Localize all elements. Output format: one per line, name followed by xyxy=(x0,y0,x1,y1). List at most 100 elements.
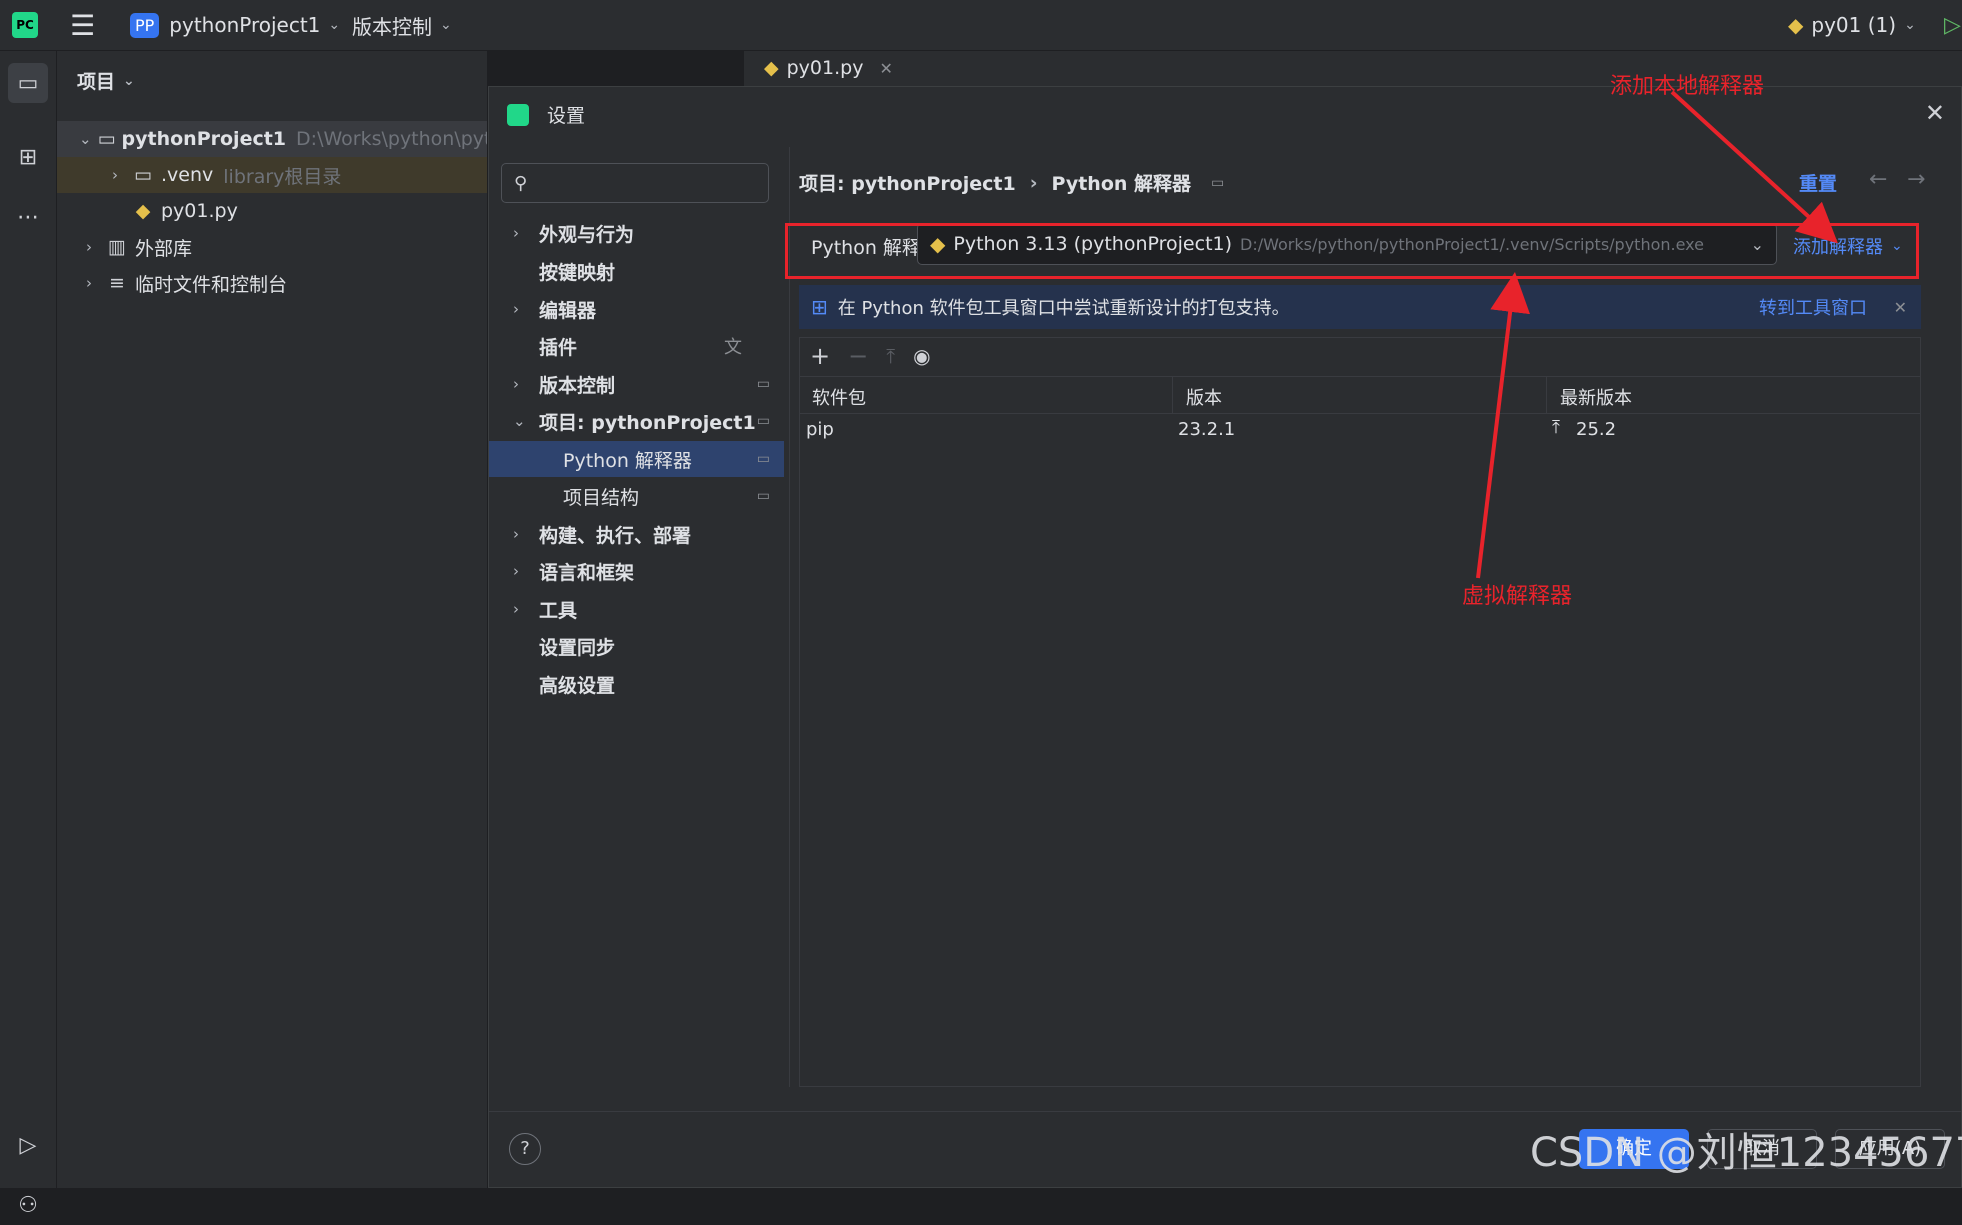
dialog-footer-divider xyxy=(489,1111,1961,1112)
chevron-right-icon: › xyxy=(513,562,519,580)
nav-item-settings-sync[interactable]: 设置同步 xyxy=(489,628,784,664)
run-config-selector[interactable]: ◆ py01 (1) ⌄ xyxy=(1788,0,1916,50)
chevron-right-icon: › xyxy=(513,600,519,618)
nav-label: 设置同步 xyxy=(539,636,616,659)
nav-item-tools[interactable]: › 工具 xyxy=(489,591,784,627)
main-menu-icon[interactable]: ☰ xyxy=(70,0,95,50)
tree-item-project[interactable]: ⌄ ▭ pythonProject1 D:\Works\python\pytho xyxy=(57,121,487,157)
run-icon[interactable]: ▷ xyxy=(1944,0,1961,50)
chevron-down-icon: ⌄ xyxy=(123,72,135,89)
nav-item-keymap[interactable]: 按键映射 xyxy=(489,253,784,289)
project-scope-icon: ▭ xyxy=(756,376,770,392)
package-name: pip xyxy=(806,419,834,440)
tree-item-label: pythonProject1 xyxy=(121,128,287,150)
app-logo-text: PC xyxy=(12,12,38,38)
column-header-package[interactable]: 软件包 xyxy=(812,384,866,410)
column-header-version[interactable]: 版本 xyxy=(1186,384,1222,410)
nav-item-languages[interactable]: › 语言和框架 xyxy=(489,553,784,589)
run-panel-icon[interactable]: ▷ xyxy=(8,1125,48,1165)
packages-panel: + − ⤒ ◉ 软件包 版本 最新版本 pip 23.2.1 ⤒ 25.2 xyxy=(799,337,1921,1087)
vcs-menu[interactable]: 版本控制 ⌄ xyxy=(352,0,452,50)
chevron-right-icon: › xyxy=(513,525,519,543)
packages-toolbar: + − ⤒ ◉ xyxy=(800,338,1920,374)
annotation-add-local: 添加本地解释器 xyxy=(1610,74,1765,99)
editor-tab-strip: ◆ py01.py ✕ xyxy=(744,51,1962,91)
project-scope-icon: ▭ xyxy=(756,451,770,467)
library-icon: ▥ xyxy=(108,236,126,258)
project-panel-header[interactable]: 项目 ⌄ xyxy=(77,67,135,94)
column-divider xyxy=(1172,377,1173,413)
tree-item-label: .venv xyxy=(161,164,214,186)
project-switcher[interactable]: PP pythonProject1 ⌄ xyxy=(130,0,340,50)
help-button[interactable]: ? xyxy=(509,1133,541,1165)
table-row[interactable]: pip 23.2.1 ⤒ 25.2 xyxy=(800,414,1920,448)
nav-item-plugins[interactable]: 插件 文 xyxy=(489,328,784,364)
project-header-label: 项目 xyxy=(77,71,116,93)
breadcrumb-current: Python 解释器 xyxy=(1051,173,1192,195)
project-scope-icon: ▭ xyxy=(756,413,770,429)
annotation-box xyxy=(785,223,1919,279)
chevron-right-icon: › xyxy=(86,274,92,292)
python-console-icon[interactable]: ⚇ xyxy=(8,1185,48,1225)
nav-label: 项目结构 xyxy=(563,486,640,509)
chevron-right-icon: › xyxy=(513,375,519,393)
add-icon[interactable]: + xyxy=(810,342,830,370)
nav-item-appearance[interactable]: › 外观与行为 xyxy=(489,215,784,251)
forward-arrow-icon[interactable]: → xyxy=(1907,167,1925,192)
nav-item-python-interpreter[interactable]: Python 解释器 ▭ xyxy=(489,441,784,477)
tree-item-external-libraries[interactable]: › ▥ 外部库 xyxy=(57,229,487,265)
nav-label: 插件 xyxy=(539,336,578,359)
settings-content: 项目: pythonProject1 › Python 解释器 ▭ 重置 ← →… xyxy=(785,87,1959,1087)
tree-item-hint: library根目录 xyxy=(223,165,342,188)
column-header-latest[interactable]: 最新版本 xyxy=(1560,384,1632,410)
editor-tab[interactable]: ◆ py01.py ✕ xyxy=(764,57,893,79)
eye-icon[interactable]: ◉ xyxy=(913,344,930,368)
upgrade-icon[interactable]: ⤒ xyxy=(886,344,895,368)
nav-label: 版本控制 xyxy=(539,374,616,397)
chevron-down-icon: ⌄ xyxy=(440,17,452,33)
close-icon[interactable]: ✕ xyxy=(1894,298,1907,317)
translate-icon: 文 xyxy=(724,337,742,358)
nav-item-project[interactable]: ⌄ 项目: pythonProject1 ▭ xyxy=(489,403,784,439)
breadcrumb: 项目: pythonProject1 › Python 解释器 ▭ xyxy=(799,169,1224,196)
chevron-right-icon: › xyxy=(112,166,118,184)
chevron-right-icon: › xyxy=(86,238,92,256)
tree-item-venv[interactable]: › ▭ .venv library根目录 xyxy=(57,157,487,193)
back-arrow-icon[interactable]: ← xyxy=(1869,167,1887,192)
scratches-icon: ≡ xyxy=(109,272,125,294)
nav-item-editor[interactable]: › 编辑器 xyxy=(489,291,784,327)
close-tab-icon[interactable]: ✕ xyxy=(879,59,892,78)
title-bar: PC ☰ PP pythonProject1 ⌄ 版本控制 ⌄ ◆ py01 (… xyxy=(0,0,1962,51)
chevron-down-icon: ⌄ xyxy=(328,17,341,33)
chevron-right-icon: › xyxy=(513,300,519,318)
nav-item-advanced[interactable]: 高级设置 xyxy=(489,666,784,702)
info-banner: ⊞ 在 Python 软件包工具窗口中尝试重新设计的打包支持。 转到工具窗口 ✕ xyxy=(799,285,1921,329)
nav-item-build[interactable]: › 构建、执行、部署 xyxy=(489,516,784,552)
nav-item-vcs[interactable]: › 版本控制 ▭ xyxy=(489,366,784,402)
nav-label: 编辑器 xyxy=(539,299,597,322)
tree-item-file[interactable]: ◆ py01.py xyxy=(57,193,487,229)
project-badge: PP xyxy=(130,12,160,38)
tool-window-strip: ▭ ⊞ ⋯ ▷ ⚇ xyxy=(0,51,57,1218)
tree-item-scratches[interactable]: › ≡ 临时文件和控制台 xyxy=(57,265,487,301)
nav-label: 工具 xyxy=(539,599,578,622)
folder-icon: ▭ xyxy=(97,128,116,150)
app-logo-icon[interactable]: PC xyxy=(12,0,38,50)
reset-link[interactable]: 重置 xyxy=(1799,169,1837,196)
gift-icon: ⊞ xyxy=(811,295,828,319)
more-icon[interactable]: ⋯ xyxy=(8,197,48,237)
nav-item-project-structure[interactable]: 项目结构 ▭ xyxy=(489,478,784,514)
nav-label: 语言和框架 xyxy=(539,561,635,584)
column-divider xyxy=(1546,377,1547,413)
chevron-down-icon: ⌄ xyxy=(513,412,526,430)
remove-icon[interactable]: − xyxy=(848,342,868,370)
help-label: ? xyxy=(520,1138,530,1159)
folder-icon[interactable]: ▭ xyxy=(8,63,48,103)
breadcrumb-parent[interactable]: 项目: pythonProject1 xyxy=(799,169,1016,196)
banner-link[interactable]: 转到工具窗口 xyxy=(1759,294,1867,320)
table-header: 软件包 版本 最新版本 xyxy=(800,376,1920,414)
structure-icon[interactable]: ⊞ xyxy=(8,137,48,177)
upgrade-icon: ⤒ xyxy=(1552,417,1560,438)
vcs-menu-label: 版本控制 xyxy=(352,14,432,39)
nav-label: Python 解释器 xyxy=(563,449,692,472)
